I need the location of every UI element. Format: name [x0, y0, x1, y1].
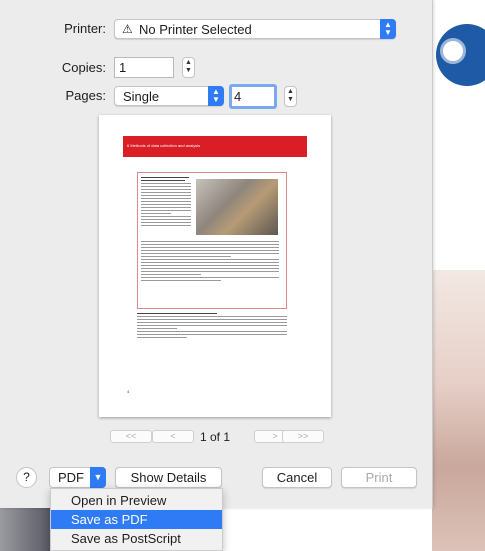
- last-page-button[interactable]: >>: [282, 430, 324, 443]
- preview-text-block: [141, 241, 279, 283]
- cancel-button[interactable]: Cancel: [262, 467, 332, 488]
- menu-item-save-as-pdf[interactable]: Save as PDF: [51, 510, 222, 529]
- menu-item-open-in-preview[interactable]: Open in Preview: [51, 491, 222, 510]
- background-photo-left: [0, 505, 50, 551]
- page-stepper[interactable]: ▲ ▼: [284, 86, 297, 107]
- page-number-value: 4: [234, 89, 242, 104]
- pages-popup[interactable]: Single ▲ ▼: [114, 86, 224, 106]
- first-page-button[interactable]: <<: [110, 430, 152, 443]
- background-logo-inner: [440, 38, 466, 64]
- preview-page-number: 4: [127, 389, 130, 394]
- copies-value: 1: [119, 60, 127, 75]
- print-button[interactable]: Print: [341, 467, 417, 488]
- preview-banner: 6 Methods of data collection and analysi…: [123, 136, 307, 157]
- menu-item-save-as-postscript[interactable]: Save as PostScript: [51, 529, 222, 548]
- print-dialog: Printer: ⚠ No Printer Selected ▲ ▼ Copies…: [0, 0, 433, 508]
- page-preview: 6 Methods of data collection and analysi…: [99, 115, 331, 417]
- page-indicator: 1 of 1: [199, 430, 231, 444]
- chevron-updown-icon: ▲ ▼: [380, 19, 396, 39]
- previous-page-button[interactable]: <: [152, 430, 194, 443]
- pdf-dropdown-menu: Open in Preview Save as PDF Save as Post…: [50, 488, 223, 551]
- help-button[interactable]: ?: [16, 467, 37, 488]
- show-details-button[interactable]: Show Details: [115, 467, 222, 488]
- copies-field[interactable]: 1: [114, 57, 174, 78]
- preview-text-block: [141, 177, 191, 228]
- chevron-down-icon: ▼: [90, 467, 106, 488]
- pages-mode: Single: [123, 89, 160, 104]
- copies-label: Copies:: [61, 60, 106, 75]
- printer-label: Printer:: [64, 21, 106, 36]
- preview-text-block: [137, 313, 287, 340]
- page-number-field[interactable]: 4: [229, 84, 277, 109]
- chevron-updown-icon: ▲ ▼: [208, 86, 224, 106]
- warning-icon: ⚠: [122, 22, 133, 36]
- copies-stepper[interactable]: ▲ ▼: [182, 57, 195, 78]
- pdf-label: PDF: [58, 470, 84, 485]
- background-photo: [432, 270, 485, 551]
- pdf-menu-button[interactable]: PDF ▼: [49, 467, 106, 488]
- preview-photo: [196, 179, 278, 235]
- printer-popup[interactable]: ⚠ No Printer Selected ▲ ▼: [114, 19, 396, 39]
- printer-value: No Printer Selected: [139, 22, 252, 37]
- preview-banner-text: 6 Methods of data collection and analysi…: [127, 143, 201, 148]
- pages-label: Pages:: [65, 88, 106, 103]
